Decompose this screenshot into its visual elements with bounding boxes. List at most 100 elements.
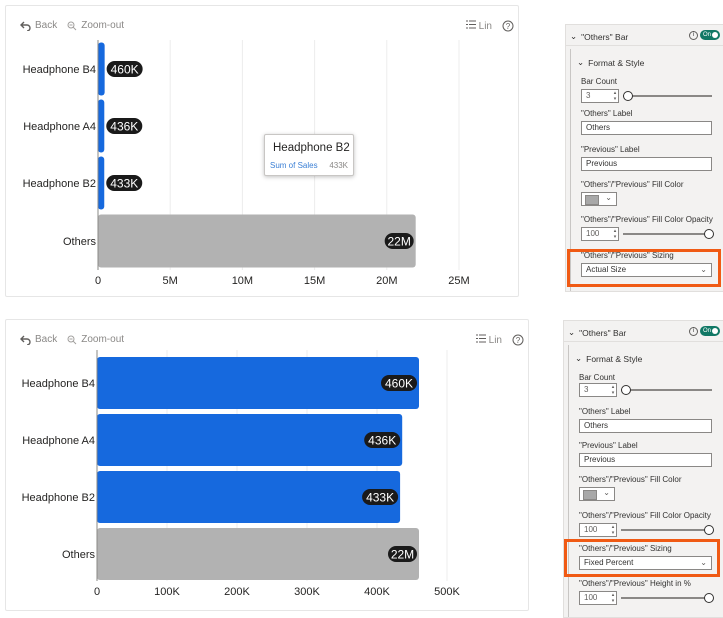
- category-label: Headphone A4: [23, 121, 96, 133]
- data-label: 433K: [110, 177, 138, 191]
- bar-count-spinner[interactable]: 3: [581, 89, 619, 103]
- bar[interactable]: [97, 414, 403, 466]
- back-arrow-icon: [20, 21, 31, 31]
- data-label: 436K: [110, 120, 138, 134]
- chart-card-actual-size: Back Zoom-out Lin ? Headphone B4 460K Head…: [5, 5, 519, 297]
- section-title: Format & Style: [588, 57, 645, 68]
- color-swatch: [585, 195, 599, 205]
- zoom-out-button[interactable]: Zoom-out: [67, 20, 124, 31]
- sizing-highlight-box: [567, 249, 721, 287]
- x-tick-label: 0: [94, 586, 100, 598]
- color-swatch: [583, 490, 597, 500]
- sizing-highlight-box: [564, 539, 720, 577]
- others-label-label: "Others" Label: [579, 407, 631, 416]
- zoom-out-label: Zoom-out: [81, 334, 125, 345]
- x-tick-label: 15M: [304, 275, 325, 287]
- opacity-slider-knob[interactable]: [704, 525, 714, 535]
- bar-count-spinner[interactable]: 3: [579, 383, 617, 397]
- section-header[interactable]: ⌄ Format & Style: [577, 57, 644, 68]
- category-label: Headphone B4: [23, 64, 96, 76]
- bar-count-slider-knob[interactable]: [621, 385, 631, 395]
- category-label: Others: [63, 236, 97, 248]
- bar-count-slider-track[interactable]: [621, 389, 712, 391]
- opacity-slider-track[interactable]: [623, 233, 710, 235]
- x-tick-label: 400K: [364, 586, 390, 598]
- x-tick-label: 5M: [163, 275, 178, 287]
- previous-label-label: "Previous" Label: [581, 145, 640, 154]
- zoom-out-icon: [67, 21, 77, 30]
- on-toggle[interactable]: On: [700, 326, 720, 336]
- bar[interactable]: [98, 42, 105, 96]
- height-slider-track[interactable]: [621, 597, 710, 599]
- panel-header[interactable]: ⌄ "Others" Bar: [570, 31, 628, 42]
- opacity-slider-knob[interactable]: [704, 229, 714, 239]
- fill-color-picker[interactable]: ⌄: [581, 192, 617, 206]
- help-glyph: ?: [506, 22, 511, 31]
- others-label-input[interactable]: Others: [579, 419, 712, 433]
- back-arrow-icon: [20, 335, 31, 345]
- chevron-down-icon: ⌄: [603, 488, 610, 497]
- bar[interactable]: [98, 99, 105, 153]
- help-icon[interactable]: ?: [512, 334, 524, 346]
- opacity-spinner[interactable]: 100: [581, 227, 619, 241]
- previous-label-label: "Previous" Label: [579, 441, 638, 450]
- scale-toggle-button[interactable]: Lin: [465, 20, 492, 32]
- bar-count-slider-track[interactable]: [623, 95, 712, 97]
- panel-header[interactable]: ⌄ "Others" Bar: [568, 327, 626, 338]
- back-button[interactable]: Back: [20, 20, 57, 31]
- height-slider-knob[interactable]: [704, 593, 714, 603]
- divider: [564, 341, 723, 342]
- bar-count-slider-knob[interactable]: [623, 91, 633, 101]
- category-label: Headphone B2: [22, 492, 95, 504]
- chevron-down-icon: ⌄: [570, 31, 578, 41]
- bar[interactable]: [97, 357, 419, 409]
- on-toggle[interactable]: On: [700, 30, 720, 40]
- opacity-slider-track[interactable]: [621, 529, 710, 531]
- tooltip-measure-label: Sum of Sales: [270, 161, 318, 170]
- chevron-down-icon: ⌄: [575, 353, 583, 363]
- panel-title: "Others" Bar: [581, 31, 629, 42]
- x-tick-label: 500K: [434, 586, 460, 598]
- back-button[interactable]: Back: [20, 334, 57, 345]
- chevron-down-icon: ⌄: [568, 327, 576, 337]
- bar[interactable]: [97, 471, 401, 523]
- zoom-out-button[interactable]: Zoom-out: [67, 334, 124, 345]
- x-tick-label: 200K: [224, 586, 250, 598]
- opacity-label: "Others"/"Previous" Fill Color Opacity: [579, 511, 711, 520]
- chart-toolbar-right: Lin ?: [475, 334, 524, 346]
- others-label-label: "Others" Label: [581, 109, 633, 118]
- hover-tooltip: Headphone B2 Sum of Sales 433K: [264, 134, 354, 176]
- category-label: Headphone B2: [23, 178, 96, 190]
- section-title: Format & Style: [586, 353, 643, 364]
- list-icon: [465, 20, 476, 29]
- height-percent-spinner[interactable]: 100: [579, 591, 617, 605]
- opacity-spinner[interactable]: 100: [579, 523, 617, 537]
- chart-toolbar: Back Zoom-out: [20, 334, 124, 345]
- help-glyph: ?: [516, 336, 521, 345]
- x-tick-label: 300K: [294, 586, 320, 598]
- bar-count-label: Bar Count: [579, 373, 616, 382]
- section-header[interactable]: ⌄ Format & Style: [575, 353, 642, 364]
- bar-others[interactable]: [98, 214, 416, 268]
- previous-label-input[interactable]: Previous: [579, 453, 712, 467]
- x-tick-label: 10M: [232, 275, 253, 287]
- others-label-input[interactable]: Others: [581, 121, 712, 135]
- zoom-out-icon: [67, 335, 77, 344]
- chart-toolbar: Back Zoom-out: [20, 20, 124, 31]
- back-label: Back: [35, 20, 58, 31]
- bar-others[interactable]: [97, 528, 419, 580]
- help-icon[interactable]: ?: [502, 20, 514, 32]
- x-tick-label: 25M: [448, 275, 469, 287]
- x-tick-label: 0: [95, 275, 101, 287]
- data-label: 433K: [366, 491, 394, 505]
- opacity-label: "Others"/"Previous" Fill Color Opacity: [581, 215, 713, 224]
- category-label: Headphone B4: [22, 378, 95, 390]
- bar[interactable]: [98, 156, 105, 210]
- list-icon: [475, 334, 486, 343]
- chevron-down-icon: ⌄: [577, 57, 585, 67]
- previous-label-input[interactable]: Previous: [581, 157, 712, 171]
- chart-card-fixed-percent: Back Zoom-out Lin ? Headphone B4 460K Head…: [5, 319, 529, 611]
- scale-toggle-button[interactable]: Lin: [475, 334, 502, 346]
- height-percent-label: "Others"/"Previous" Height in %: [579, 579, 691, 588]
- fill-color-picker[interactable]: ⌄: [579, 487, 615, 501]
